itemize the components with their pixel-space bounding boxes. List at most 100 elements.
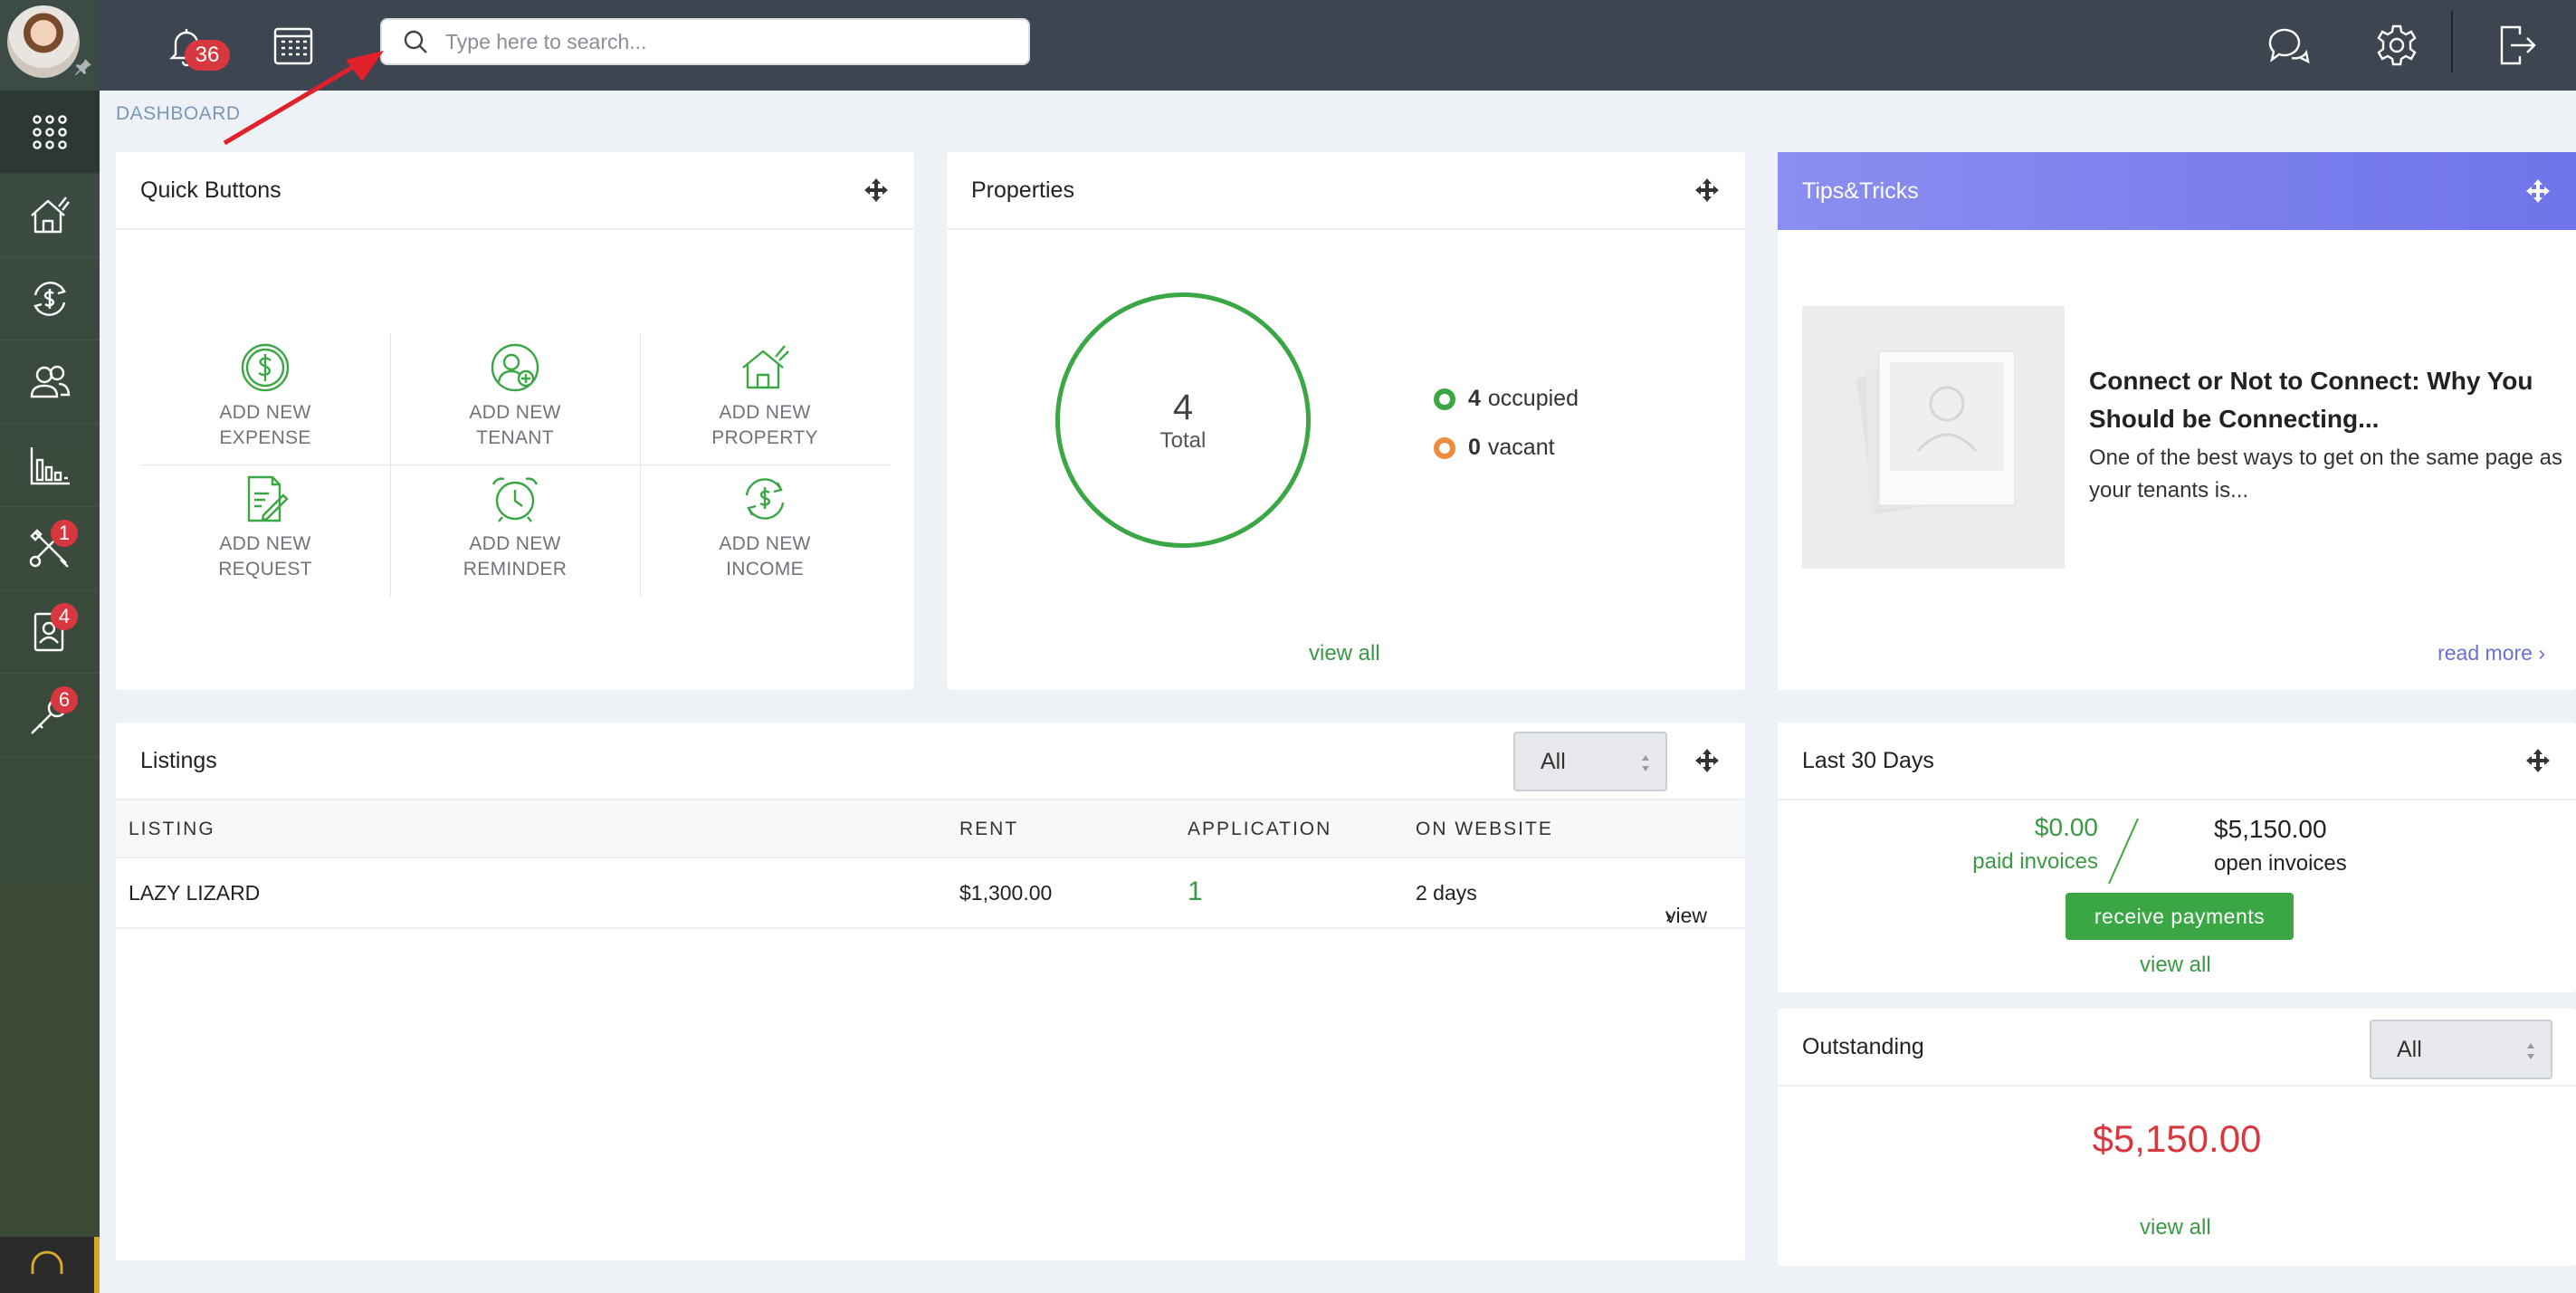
dollar-refresh-icon [745, 478, 785, 520]
add-request-button[interactable]: ADD NEW REQUEST [140, 465, 390, 596]
vacant-ring-icon [1434, 436, 1455, 459]
sidebar-item-properties[interactable] [0, 174, 100, 257]
read-more-link[interactable]: read more › [2438, 641, 2545, 666]
listings-header: Listings [116, 723, 1745, 800]
headset-icon [31, 1250, 63, 1274]
last-30-view-all-link[interactable]: view all [2140, 953, 2211, 978]
quick-button-label: ADD NEW [219, 533, 311, 554]
slash-divider-icon [2108, 818, 2139, 885]
document-edit-icon [247, 475, 289, 522]
column-header[interactable]: LISTING [129, 819, 215, 840]
chat-icon [2268, 28, 2310, 64]
quick-button-label: PROPERTY [711, 427, 818, 448]
sidebar-item-applicants[interactable]: 4 [0, 590, 100, 674]
move-icon[interactable] [1693, 747, 1721, 774]
quick-button-label: ADD NEW [469, 533, 561, 554]
select-arrows-icon [2527, 1043, 2534, 1059]
quick-buttons-header: Quick Buttons [116, 152, 914, 230]
breadcrumb[interactable]: DASHBOARD [116, 103, 241, 125]
bar-chart-icon [30, 446, 70, 484]
receive-payments-button[interactable]: receive payments [2066, 893, 2294, 940]
quick-button-label: ADD NEW [219, 402, 311, 423]
total-count: 4 [1172, 387, 1194, 427]
vacant-label: vacant [1487, 435, 1555, 460]
add-property-button[interactable]: ADD NEW PROPERTY [640, 333, 890, 465]
listings-card: Listings All LISTING RENT APPLICATION ON… [116, 723, 1745, 1260]
move-icon[interactable] [2524, 177, 2552, 205]
tip-headline[interactable]: Connect or Not to Connect: Why You Shoul… [2089, 362, 2569, 438]
sidebar-item-tenants[interactable] [0, 340, 100, 424]
open-amount: $5,150.00 [2214, 815, 2327, 843]
sidebar-item-accounting[interactable] [0, 257, 100, 340]
column-header[interactable]: APPLICATION [1188, 819, 1331, 840]
sidebar-item-reports[interactable] [0, 424, 100, 507]
sidebar-item-maintenance[interactable]: 1 [0, 507, 100, 590]
properties-view-all-link[interactable]: view all [1309, 641, 1380, 666]
quick-button-label: INCOME [726, 559, 804, 579]
last-30-days-header: Last 30 Days [1778, 723, 2576, 800]
logout-button[interactable] [2487, 16, 2545, 74]
paid-invoices[interactable]: $0.00 paid invoices [1886, 813, 2098, 875]
listing-name: LAZY LIZARD [129, 881, 261, 905]
open-invoices[interactable]: $5,150.00 open invoices [2214, 815, 2347, 876]
properties-header: Properties [947, 152, 1745, 230]
paid-label: paid invoices [1972, 849, 2098, 874]
tools-badge: 6 [51, 686, 78, 714]
add-tenant-button[interactable]: ADD NEW TENANT [390, 333, 640, 465]
search-box[interactable] [380, 18, 1030, 65]
quick-button-label: REQUEST [218, 559, 312, 579]
add-income-button[interactable]: ADD NEW INCOME [640, 465, 890, 596]
gear-icon [2377, 24, 2417, 66]
tip-body: One of the best ways to get on the same … [2089, 445, 2562, 503]
logout-icon [2500, 25, 2536, 65]
last-30-days-card: Last 30 Days $0.00 paid invoices $5,150.… [1778, 723, 2576, 992]
outstanding-card: Outstanding All $5,150.00 view all [1778, 1009, 2576, 1266]
quick-buttons-card: Quick Buttons ADD NEW EXPENSE ADD NEW TE… [116, 152, 914, 690]
topbar-divider [2451, 11, 2453, 72]
tips-header: Tips&Tricks [1778, 152, 2576, 230]
quick-button-label: EXPENSE [219, 427, 311, 448]
listing-application-count[interactable]: 1 [1188, 876, 1203, 907]
legend-occupied: 4 occupied [1434, 386, 1579, 412]
column-header[interactable]: RENT [959, 819, 1018, 840]
quick-button-label: REMINDER [463, 559, 568, 579]
sidebar-item-apps[interactable] [0, 91, 100, 174]
move-icon[interactable] [2524, 747, 2552, 774]
outstanding-view-all-link[interactable]: view all [2140, 1215, 2211, 1240]
open-label: open invoices [2214, 851, 2347, 876]
topbar: 36 [100, 0, 2576, 91]
house-icon [31, 196, 70, 233]
avatar[interactable] [7, 5, 80, 78]
outstanding-filter-select[interactable]: All [2370, 1020, 2552, 1079]
paid-amount: $0.00 [2034, 813, 2098, 841]
search-icon [404, 30, 427, 53]
chat-button[interactable] [2259, 16, 2317, 74]
tip-image[interactable] [1802, 306, 2065, 569]
applicants-badge: 4 [51, 603, 78, 630]
card-title: Quick Buttons [140, 177, 281, 203]
search-input[interactable] [445, 29, 988, 54]
settings-button[interactable] [2368, 16, 2426, 74]
quick-button-label: TENANT [476, 427, 554, 448]
move-icon[interactable] [863, 177, 890, 204]
sidebar-item-tools[interactable]: 6 [0, 674, 100, 757]
grid-icon [33, 114, 67, 149]
maintenance-badge: 1 [51, 520, 78, 547]
listing-rent: $1,300.00 [959, 881, 1053, 905]
pin-icon[interactable] [72, 56, 94, 78]
occupied-count: 4 [1468, 386, 1481, 411]
dollar-refresh-icon [33, 281, 66, 316]
photo-placeholder-icon [1856, 350, 2016, 514]
listings-filter-select[interactable]: All [1513, 732, 1667, 791]
column-header[interactable]: ON WEBSITE [1416, 819, 1553, 840]
support-button[interactable] [0, 1237, 100, 1293]
add-expense-button[interactable]: ADD NEW EXPENSE [140, 333, 390, 465]
card-title: Tips&Tricks [1802, 177, 1919, 204]
outstanding-amount: $5,150.00 [2092, 1117, 2262, 1160]
properties-donut-chart[interactable]: 4 Total [1055, 292, 1311, 548]
table-row[interactable]: LAZY LIZARD $1,300.00 1 2 days view › [116, 858, 1745, 929]
add-reminder-button[interactable]: ADD NEW REMINDER [390, 465, 640, 596]
vacant-count: 0 [1468, 435, 1481, 460]
sidebar: 1 4 6 [0, 0, 100, 1293]
move-icon[interactable] [1693, 177, 1721, 204]
